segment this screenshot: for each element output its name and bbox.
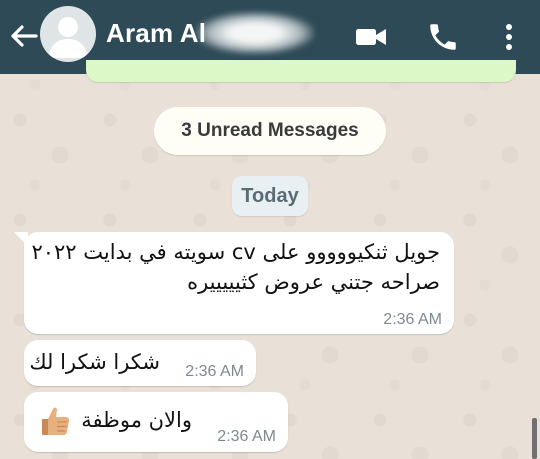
message-time: 2:36 AM xyxy=(383,311,442,328)
more-options-button[interactable] xyxy=(492,20,526,54)
message-bubble[interactable]: والان موظفة 2:36 AM xyxy=(24,392,288,452)
message-line: شكرا شكرا لك xyxy=(29,350,160,374)
message-time: 2:36 AM xyxy=(217,428,276,445)
scrollbar[interactable] xyxy=(532,418,537,459)
more-vertical-icon xyxy=(506,24,512,50)
message-bubble[interactable]: شكرا شكرا لك 2:36 AM xyxy=(24,340,256,386)
video-call-button[interactable] xyxy=(354,20,388,54)
message-time: 2:36 AM xyxy=(185,363,244,380)
message-line: صراحه جتني عروض كثيييييره xyxy=(187,270,440,294)
default-avatar-icon xyxy=(48,17,88,58)
thumbs-up-icon xyxy=(42,407,70,435)
avatar[interactable] xyxy=(40,6,96,62)
previous-message-bubble xyxy=(86,60,516,82)
phone-icon xyxy=(430,24,456,50)
message-bubble[interactable]: جويل ثنكيووووو على cv سويته في بدايت ٢٠٢… xyxy=(14,232,454,334)
message-line: جويل ثنكيووووو على cv سويته في بدايت ٢٠٢… xyxy=(31,240,440,264)
unread-messages-banner: 3 Unread Messages xyxy=(154,107,386,155)
bubble-tail xyxy=(14,232,28,246)
voice-call-button[interactable] xyxy=(426,20,460,54)
video-camera-icon xyxy=(356,29,386,45)
contact-name[interactable]: Aram Al xyxy=(106,18,206,49)
back-button[interactable] xyxy=(8,20,40,52)
date-chip: Today xyxy=(232,176,308,216)
message-line: والان موظفة xyxy=(81,408,192,432)
redacted-name-blur xyxy=(196,12,314,54)
arrow-left-icon xyxy=(11,25,38,47)
